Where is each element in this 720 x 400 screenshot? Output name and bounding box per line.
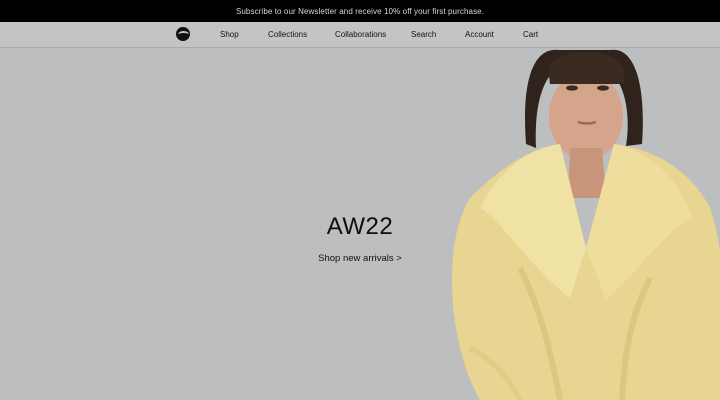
- announcement-text[interactable]: Subscribe to our Newsletter and receive …: [236, 7, 484, 16]
- nav-item-account[interactable]: Account: [465, 30, 494, 39]
- brand-logo-icon[interactable]: [176, 27, 190, 41]
- shop-new-arrivals-link[interactable]: Shop new arrivals >: [300, 253, 420, 264]
- nav-item-shop[interactable]: Shop: [220, 30, 239, 39]
- announcement-bar[interactable]: Subscribe to our Newsletter and receive …: [0, 0, 720, 22]
- main-navigation: Shop Collections Collaborations Search A…: [0, 22, 720, 48]
- hero-model-image: [451, 49, 720, 400]
- nav-item-collaborations[interactable]: Collaborations: [335, 30, 386, 39]
- nav-item-collections[interactable]: Collections: [268, 30, 307, 39]
- hero-title: AW22: [326, 213, 394, 240]
- nav-item-cart[interactable]: Cart: [523, 30, 538, 39]
- hero-banner[interactable]: AW22 Shop new arrivals >: [0, 48, 720, 400]
- nav-item-search[interactable]: Search: [411, 30, 436, 39]
